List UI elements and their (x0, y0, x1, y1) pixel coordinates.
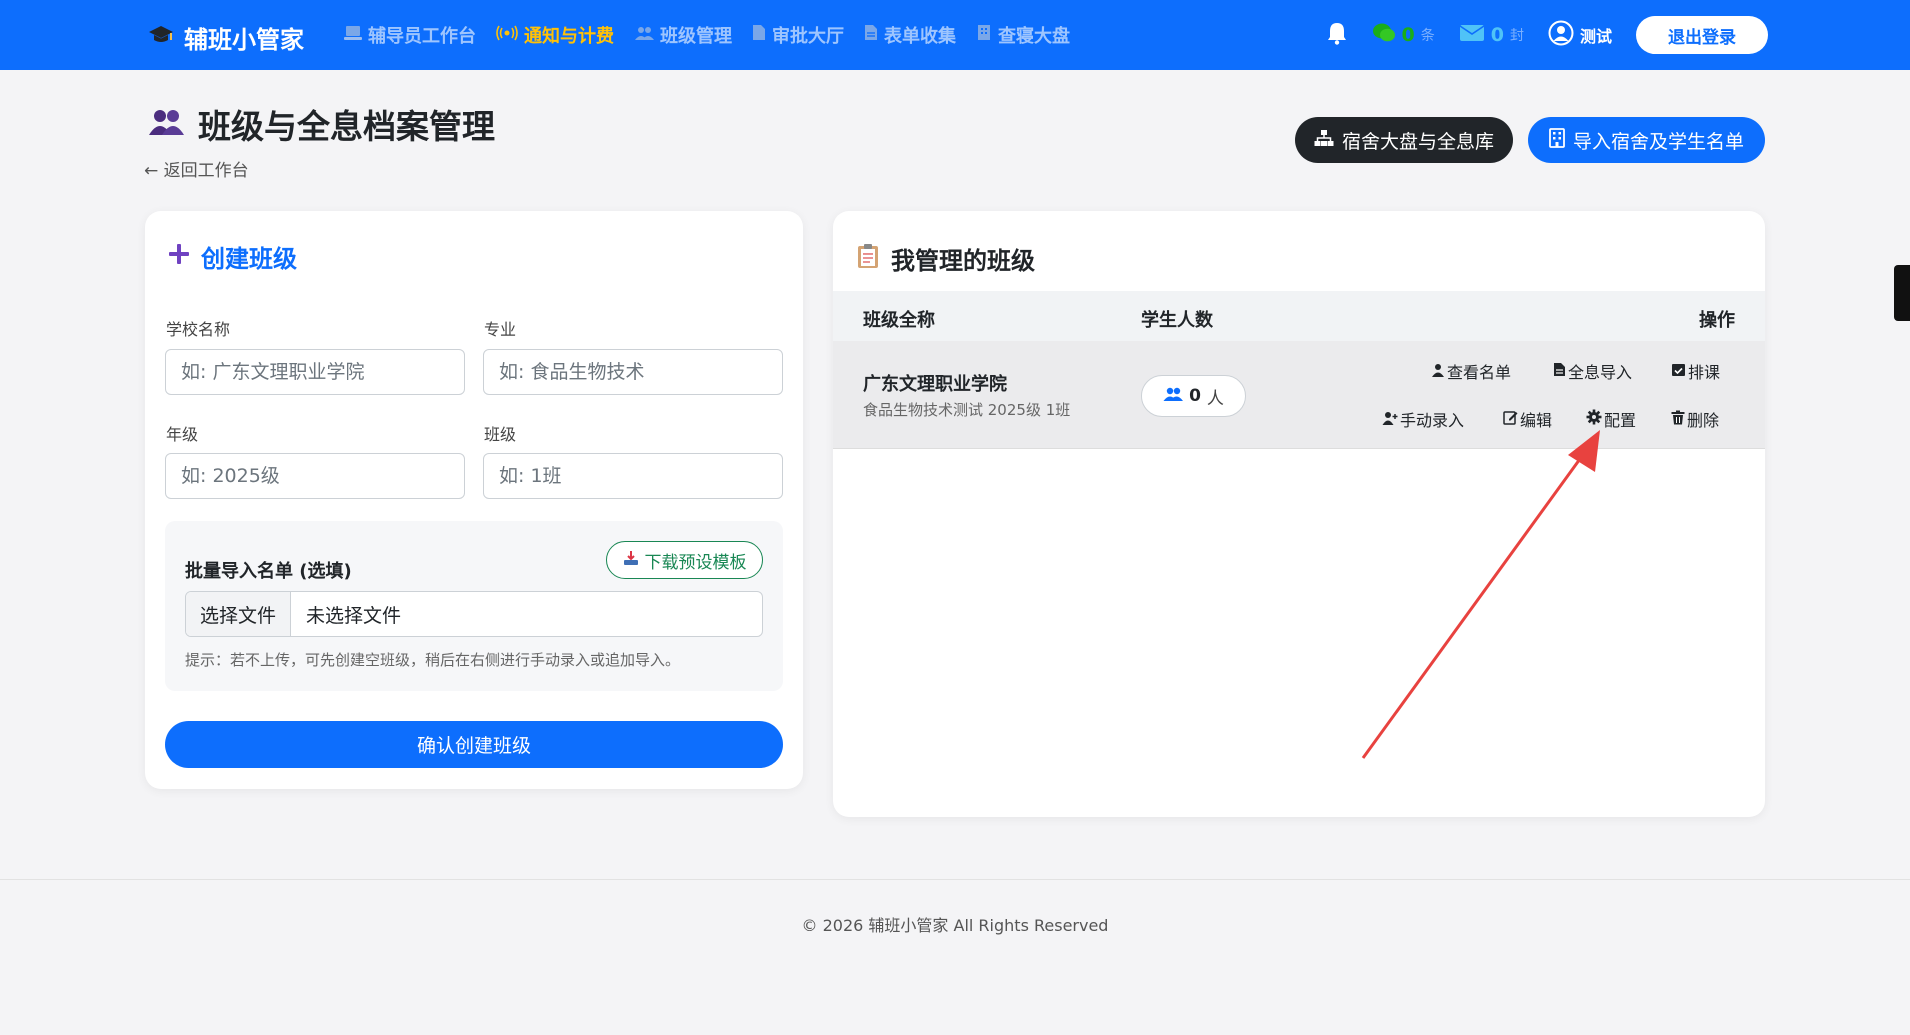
holographic-import-button[interactable]: 全息导入 (1553, 359, 1632, 383)
user-profile[interactable]: 测试 (1548, 20, 1612, 51)
nav-item-class-management[interactable]: 班级管理 (634, 22, 732, 48)
users-icon (1163, 386, 1184, 407)
nav-item-forms[interactable]: 表单收集 (864, 22, 956, 48)
gear-icon (1586, 409, 1602, 429)
batch-import-section: 批量导入名单 (选填) 下载预设模板 选择文件 未选择文件 提示：若不上传，可先… (165, 521, 783, 691)
person-add-icon (1382, 410, 1398, 429)
brand[interactable]: 辅班小管家 (148, 20, 304, 55)
class-detail: 食品生物技术测试 2025级 1班 (863, 401, 1071, 419)
graduation-cap-icon (148, 24, 174, 52)
bell-icon (1326, 21, 1348, 50)
schedule-button[interactable]: 排课 (1671, 359, 1720, 383)
table-row: 广东文理职业学院 食品生物技术测试 2025级 1班 0 人 查看名单 全息导入… (833, 341, 1765, 449)
create-class-card: 创建班级 学校名称 专业 年级 班级 批量导入名单 (选填) 下载预设模板 选择… (145, 211, 803, 789)
delete-button[interactable]: 删除 (1671, 407, 1719, 431)
file-text-icon (1553, 362, 1566, 381)
building-icon (976, 24, 992, 46)
mail-messages[interactable]: 0 封 (1459, 23, 1524, 48)
column-header: 班级全称 (863, 310, 935, 331)
notification-bell[interactable] (1326, 21, 1348, 50)
wechat-messages[interactable]: 0 条 (1372, 22, 1435, 49)
mail-icon (1459, 23, 1485, 48)
my-classes-card: 我管理的班级 班级全称 学生人数 操作 广东文理职业学院 食品生物技术测试 20… (833, 211, 1765, 817)
batch-import-title: 批量导入名单 (选填) (185, 561, 352, 582)
school-input[interactable] (165, 349, 465, 395)
grade-label: 年级 (166, 425, 199, 444)
building-icon (1549, 127, 1565, 153)
student-count-badge: 0 人 (1141, 375, 1246, 417)
file-upload-input[interactable]: 选择文件 未选择文件 (185, 591, 763, 637)
clipboard-icon (857, 243, 879, 275)
class-input[interactable] (483, 453, 783, 499)
download-template-button[interactable]: 下载预设模板 (606, 541, 763, 579)
school-label: 学校名称 (166, 320, 231, 339)
back-to-dashboard-link[interactable]: ← 返回工作台 (144, 156, 249, 181)
download-tray-icon (623, 550, 639, 571)
calendar-check-icon (1671, 362, 1686, 381)
laptop-icon (344, 25, 362, 46)
choose-file-button[interactable]: 选择文件 (186, 592, 292, 636)
form-icon (864, 24, 878, 46)
copyright: © 2026 辅班小管家 All Rights Reserved (801, 916, 1109, 935)
import-hint: 提示：若不上传，可先创建空班级，稍后在右侧进行手动录入或追加导入。 (185, 651, 681, 669)
major-input[interactable] (483, 349, 783, 395)
config-button[interactable]: 配置 (1586, 407, 1636, 431)
table-header: 班级全称 学生人数 操作 (833, 291, 1765, 341)
logout-button[interactable]: 退出登录 (1636, 16, 1768, 54)
group-icon (148, 105, 184, 144)
import-dorm-students-button[interactable]: 导入宿舍及学生名单 (1528, 117, 1765, 163)
wechat-icon (1372, 22, 1396, 49)
manual-entry-button[interactable]: 手动录入 (1382, 407, 1464, 431)
column-header: 学生人数 (1141, 310, 1213, 331)
nav-item-dashboard[interactable]: 辅导员工作台 (344, 22, 476, 48)
column-header: 操作 (1699, 310, 1735, 331)
person-icon (1431, 362, 1445, 381)
edit-button[interactable]: 编辑 (1503, 407, 1552, 431)
edit-icon (1503, 410, 1518, 429)
broadcast-icon (496, 25, 518, 46)
dorm-dashboard-button[interactable]: 宿舍大盘与全息库 (1295, 117, 1513, 163)
nav-item-dorm-check[interactable]: 查寝大盘 (976, 22, 1070, 48)
create-class-title: 创建班级 (167, 239, 297, 274)
brand-name: 辅班小管家 (184, 26, 304, 54)
user-circle-icon (1548, 20, 1574, 51)
nav-menu: 辅导员工作台 通知与计费 班级管理 审批大厅 表单收集 查寝大盘 (344, 22, 1070, 48)
my-classes-title: 我管理的班级 (857, 241, 1035, 276)
major-label: 专业 (484, 320, 517, 339)
nav-item-approvals[interactable]: 审批大厅 (752, 22, 844, 48)
document-icon (752, 24, 766, 46)
class-label: 班级 (484, 425, 517, 444)
footer: © 2026 辅班小管家 All Rights Reserved (0, 879, 1910, 1035)
sitemap-icon (1314, 129, 1334, 152)
top-navbar: 辅班小管家 辅导员工作台 通知与计费 班级管理 审批大厅 表单收集 查寝大盘 0… (0, 0, 1910, 70)
nav-item-notifications[interactable]: 通知与计费 (496, 22, 614, 48)
view-roster-button[interactable]: 查看名单 (1431, 359, 1511, 383)
file-status: 未选择文件 (306, 604, 402, 627)
side-feedback-tab[interactable] (1894, 265, 1910, 321)
grade-input[interactable] (165, 453, 465, 499)
trash-icon (1671, 410, 1685, 429)
confirm-create-class-button[interactable]: 确认创建班级 (165, 721, 783, 768)
class-school-name: 广东文理职业学院 (863, 374, 1007, 395)
page-title: 班级与全息档案管理 (148, 100, 495, 148)
nav-right: 0 条 0 封 测试 退出登录 (1326, 16, 1768, 54)
group-icon (634, 25, 654, 46)
plus-icon (167, 242, 191, 272)
